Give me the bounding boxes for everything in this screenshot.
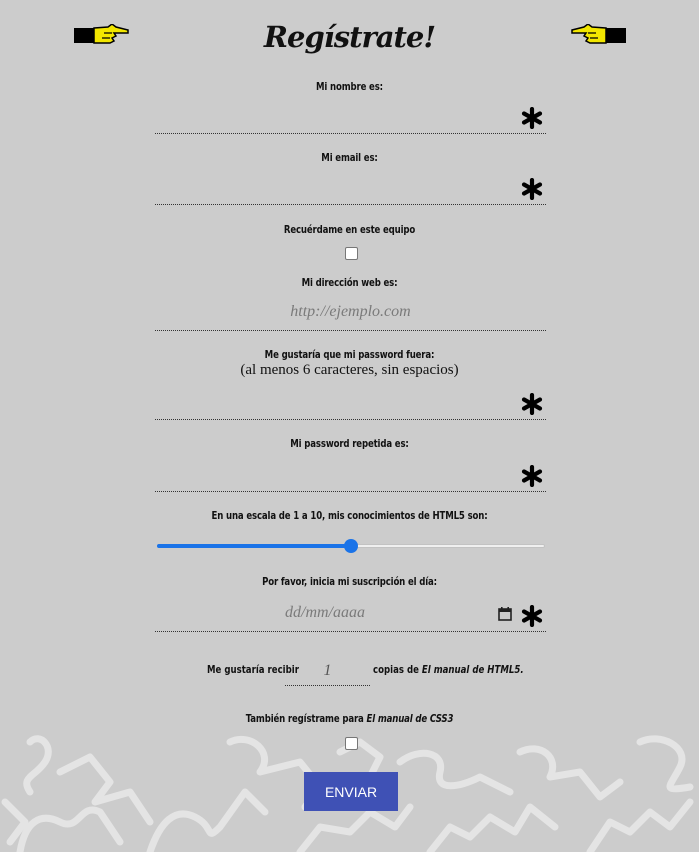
password-repeat-label: Mi password repetida es: <box>290 437 409 450</box>
submit-button[interactable]: ENVIAR <box>304 772 398 811</box>
copies-suffix-text: copias de <box>373 663 419 676</box>
name-input[interactable] <box>155 99 515 131</box>
remember-checkbox[interactable] <box>345 247 358 260</box>
css3-prefix: También regístrame para <box>245 712 364 725</box>
web-label: Mi dirección web es: <box>301 276 398 289</box>
asterisk-icon <box>521 178 543 200</box>
asterisk-icon <box>521 605 543 627</box>
css3-checkbox[interactable] <box>345 737 358 750</box>
html5-skill-label: En una escala de 1 a 10, mis conocimient… <box>211 509 488 522</box>
email-input[interactable] <box>155 170 515 202</box>
name-field-wrapper <box>155 99 546 134</box>
password-repeat-input[interactable] <box>155 457 515 489</box>
password-input[interactable] <box>155 385 515 417</box>
asterisk-icon <box>521 107 543 129</box>
calendar-icon[interactable] <box>498 607 512 621</box>
remember-label: Recuérdame en este equipo <box>283 223 416 236</box>
web-field-wrapper <box>155 296 546 331</box>
pointing-hand-left-icon <box>571 24 626 44</box>
password-hint: (al menos 6 caracteres, sin espacios) <box>240 362 459 378</box>
copies-input[interactable]: 1 <box>285 658 370 686</box>
start-date-field-wrapper <box>155 597 546 632</box>
asterisk-icon <box>521 465 543 487</box>
start-date-input[interactable] <box>155 597 495 629</box>
slider-thumb[interactable] <box>344 539 358 553</box>
asterisk-icon <box>521 393 543 415</box>
form-header: Regístrate! <box>0 18 699 62</box>
css3-book-title: El manual de CSS3 <box>366 712 454 725</box>
slider-fill <box>157 544 351 548</box>
web-input[interactable] <box>155 296 546 328</box>
password-field-wrapper <box>155 385 546 420</box>
start-date-label: Por favor, inicia mi suscripción el día: <box>262 575 437 588</box>
password-label: Me gustaría que mi password fuera: <box>264 348 435 361</box>
copies-suffix: copias de El manual de HTML5. <box>373 663 524 676</box>
html5-skill-slider[interactable] <box>157 539 545 553</box>
copies-book-title: El manual de HTML5. <box>421 663 524 676</box>
password-repeat-field-wrapper <box>155 457 546 492</box>
copies-row: Me gustaría recibir 1 copias de El manua… <box>0 658 699 688</box>
name-label: Mi nombre es: <box>316 80 383 93</box>
email-field-wrapper <box>155 170 546 205</box>
css3-label: También regístrame para El manual de CSS… <box>77 712 622 725</box>
email-label: Mi email es: <box>321 151 378 164</box>
